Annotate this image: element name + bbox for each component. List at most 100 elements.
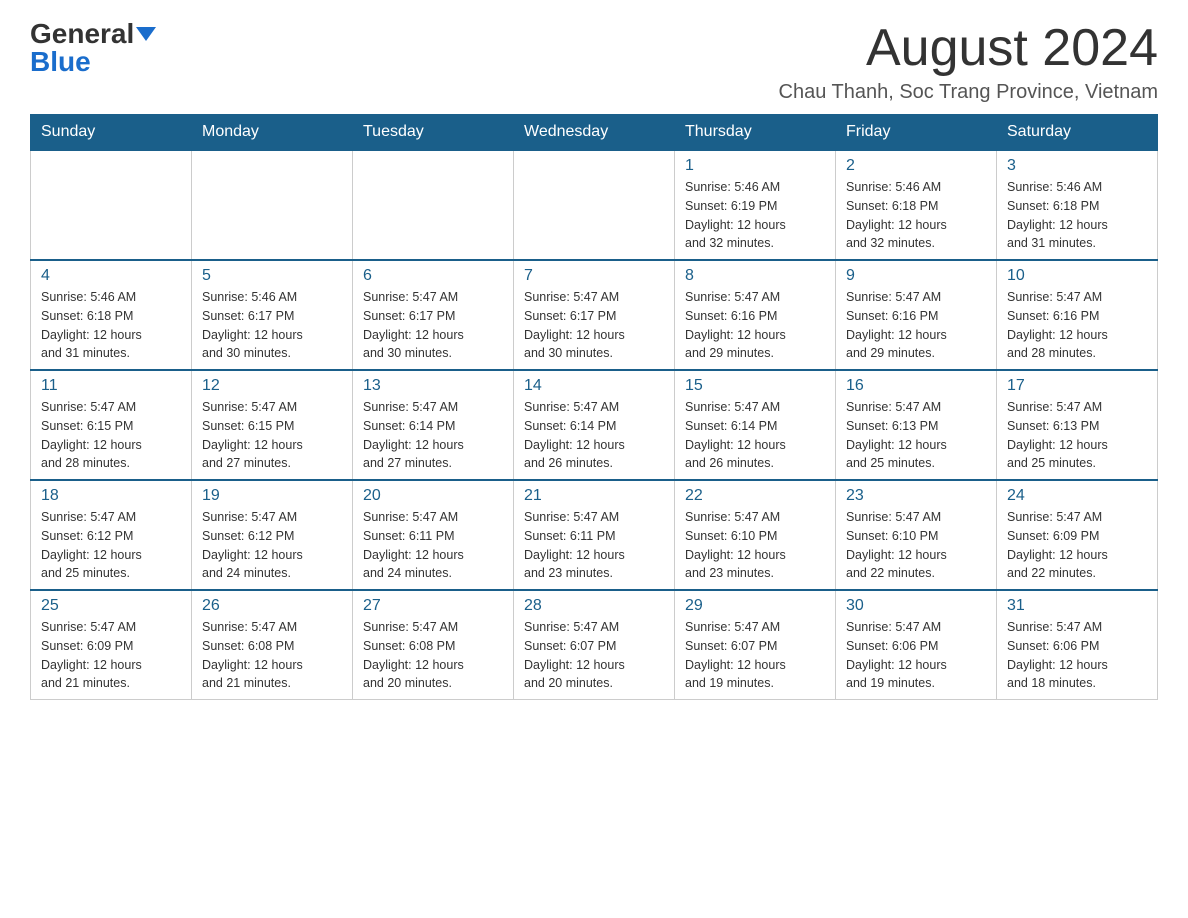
calendar-cell: 7 Sunrise: 5:47 AM Sunset: 6:17 PM Daylig… bbox=[514, 260, 675, 370]
weekday-header-wednesday: Wednesday bbox=[514, 115, 675, 151]
day-info: Sunrise: 5:47 AM Sunset: 6:13 PM Dayligh… bbox=[1007, 398, 1147, 473]
weekday-header-friday: Friday bbox=[836, 115, 997, 151]
day-info: Sunrise: 5:46 AM Sunset: 6:19 PM Dayligh… bbox=[685, 178, 825, 253]
day-info: Sunrise: 5:47 AM Sunset: 6:10 PM Dayligh… bbox=[685, 508, 825, 583]
weekday-header-row: SundayMondayTuesdayWednesdayThursdayFrid… bbox=[31, 115, 1158, 151]
day-number: 23 bbox=[846, 487, 986, 505]
weekday-header-thursday: Thursday bbox=[675, 115, 836, 151]
day-number: 14 bbox=[524, 377, 664, 395]
day-info: Sunrise: 5:47 AM Sunset: 6:14 PM Dayligh… bbox=[524, 398, 664, 473]
title-area: August 2024 Chau Thanh, Soc Trang Provin… bbox=[779, 20, 1158, 104]
logo-general: General bbox=[30, 20, 134, 48]
day-info: Sunrise: 5:47 AM Sunset: 6:15 PM Dayligh… bbox=[41, 398, 181, 473]
calendar-cell: 12 Sunrise: 5:47 AM Sunset: 6:15 PM Dayli… bbox=[192, 370, 353, 480]
day-number: 15 bbox=[685, 377, 825, 395]
day-number: 12 bbox=[202, 377, 342, 395]
calendar-cell: 25Sunrise: 5:47 AM Sunset: 6:09 PM Dayli… bbox=[31, 590, 192, 700]
day-info: Sunrise: 5:47 AM Sunset: 6:07 PM Dayligh… bbox=[524, 618, 664, 693]
day-info: Sunrise: 5:47 AM Sunset: 6:17 PM Dayligh… bbox=[524, 288, 664, 363]
day-number: 7 bbox=[524, 267, 664, 285]
calendar-cell bbox=[192, 150, 353, 260]
calendar-cell: 28 Sunrise: 5:47 AM Sunset: 6:07 PM Dayli… bbox=[514, 590, 675, 700]
calendar-cell: 20 Sunrise: 5:47 AM Sunset: 6:11 PM Dayli… bbox=[353, 480, 514, 590]
location-title: Chau Thanh, Soc Trang Province, Vietnam bbox=[779, 81, 1158, 104]
day-number: 20 bbox=[363, 487, 503, 505]
logo: General Blue bbox=[30, 20, 156, 76]
calendar-cell: 4Sunrise: 5:46 AM Sunset: 6:18 PM Daylig… bbox=[31, 260, 192, 370]
week-row-1: 1 Sunrise: 5:46 AM Sunset: 6:19 PM Daylig… bbox=[31, 150, 1158, 260]
day-number: 17 bbox=[1007, 377, 1147, 395]
calendar-cell: 24Sunrise: 5:47 AM Sunset: 6:09 PM Dayli… bbox=[997, 480, 1158, 590]
day-number: 22 bbox=[685, 487, 825, 505]
week-row-2: 4Sunrise: 5:46 AM Sunset: 6:18 PM Daylig… bbox=[31, 260, 1158, 370]
header: General Blue August 2024 Chau Thanh, Soc… bbox=[30, 20, 1158, 104]
day-number: 2 bbox=[846, 157, 986, 175]
day-info: Sunrise: 5:46 AM Sunset: 6:18 PM Dayligh… bbox=[1007, 178, 1147, 253]
calendar-cell: 10Sunrise: 5:47 AM Sunset: 6:16 PM Dayli… bbox=[997, 260, 1158, 370]
day-info: Sunrise: 5:47 AM Sunset: 6:10 PM Dayligh… bbox=[846, 508, 986, 583]
calendar-cell: 17 Sunrise: 5:47 AM Sunset: 6:13 PM Dayli… bbox=[997, 370, 1158, 480]
logo-arrow-icon bbox=[136, 27, 156, 41]
day-number: 13 bbox=[363, 377, 503, 395]
calendar-cell: 13 Sunrise: 5:47 AM Sunset: 6:14 PM Dayli… bbox=[353, 370, 514, 480]
calendar-cell: 15 Sunrise: 5:47 AM Sunset: 6:14 PM Dayli… bbox=[675, 370, 836, 480]
day-info: Sunrise: 5:47 AM Sunset: 6:11 PM Dayligh… bbox=[363, 508, 503, 583]
day-number: 10 bbox=[1007, 267, 1147, 285]
day-info: Sunrise: 5:47 AM Sunset: 6:13 PM Dayligh… bbox=[846, 398, 986, 473]
calendar-cell: 26Sunrise: 5:47 AM Sunset: 6:08 PM Dayli… bbox=[192, 590, 353, 700]
day-number: 19 bbox=[202, 487, 342, 505]
day-info: Sunrise: 5:47 AM Sunset: 6:09 PM Dayligh… bbox=[1007, 508, 1147, 583]
day-info: Sunrise: 5:46 AM Sunset: 6:18 PM Dayligh… bbox=[41, 288, 181, 363]
day-info: Sunrise: 5:47 AM Sunset: 6:12 PM Dayligh… bbox=[202, 508, 342, 583]
day-number: 31 bbox=[1007, 597, 1147, 615]
day-info: Sunrise: 5:47 AM Sunset: 6:11 PM Dayligh… bbox=[524, 508, 664, 583]
calendar-cell: 14 Sunrise: 5:47 AM Sunset: 6:14 PM Dayli… bbox=[514, 370, 675, 480]
day-number: 21 bbox=[524, 487, 664, 505]
day-number: 8 bbox=[685, 267, 825, 285]
day-info: Sunrise: 5:47 AM Sunset: 6:14 PM Dayligh… bbox=[363, 398, 503, 473]
day-number: 9 bbox=[846, 267, 986, 285]
day-number: 29 bbox=[685, 597, 825, 615]
calendar-cell bbox=[31, 150, 192, 260]
month-title: August 2024 bbox=[779, 20, 1158, 77]
day-number: 16 bbox=[846, 377, 986, 395]
calendar-cell: 23 Sunrise: 5:47 AM Sunset: 6:10 PM Dayli… bbox=[836, 480, 997, 590]
calendar-cell: 9 Sunrise: 5:47 AM Sunset: 6:16 PM Daylig… bbox=[836, 260, 997, 370]
day-info: Sunrise: 5:47 AM Sunset: 6:17 PM Dayligh… bbox=[363, 288, 503, 363]
calendar-table: SundayMondayTuesdayWednesdayThursdayFrid… bbox=[30, 114, 1158, 700]
day-info: Sunrise: 5:47 AM Sunset: 6:14 PM Dayligh… bbox=[685, 398, 825, 473]
day-info: Sunrise: 5:47 AM Sunset: 6:16 PM Dayligh… bbox=[846, 288, 986, 363]
calendar-cell: 16 Sunrise: 5:47 AM Sunset: 6:13 PM Dayli… bbox=[836, 370, 997, 480]
week-row-3: 11 Sunrise: 5:47 AM Sunset: 6:15 PM Dayli… bbox=[31, 370, 1158, 480]
day-number: 30 bbox=[846, 597, 986, 615]
day-info: Sunrise: 5:47 AM Sunset: 6:06 PM Dayligh… bbox=[1007, 618, 1147, 693]
day-info: Sunrise: 5:46 AM Sunset: 6:18 PM Dayligh… bbox=[846, 178, 986, 253]
weekday-header-monday: Monday bbox=[192, 115, 353, 151]
day-number: 27 bbox=[363, 597, 503, 615]
day-info: Sunrise: 5:47 AM Sunset: 6:06 PM Dayligh… bbox=[846, 618, 986, 693]
calendar-cell bbox=[353, 150, 514, 260]
calendar-cell: 3 Sunrise: 5:46 AM Sunset: 6:18 PM Daylig… bbox=[997, 150, 1158, 260]
weekday-header-sunday: Sunday bbox=[31, 115, 192, 151]
day-info: Sunrise: 5:47 AM Sunset: 6:15 PM Dayligh… bbox=[202, 398, 342, 473]
day-info: Sunrise: 5:47 AM Sunset: 6:16 PM Dayligh… bbox=[685, 288, 825, 363]
weekday-header-saturday: Saturday bbox=[997, 115, 1158, 151]
day-info: Sunrise: 5:47 AM Sunset: 6:08 PM Dayligh… bbox=[202, 618, 342, 693]
day-info: Sunrise: 5:47 AM Sunset: 6:08 PM Dayligh… bbox=[363, 618, 503, 693]
week-row-5: 25Sunrise: 5:47 AM Sunset: 6:09 PM Dayli… bbox=[31, 590, 1158, 700]
calendar-cell: 31 Sunrise: 5:47 AM Sunset: 6:06 PM Dayli… bbox=[997, 590, 1158, 700]
calendar-cell: 1 Sunrise: 5:46 AM Sunset: 6:19 PM Daylig… bbox=[675, 150, 836, 260]
day-number: 18 bbox=[41, 487, 181, 505]
day-number: 1 bbox=[685, 157, 825, 175]
day-number: 3 bbox=[1007, 157, 1147, 175]
day-number: 28 bbox=[524, 597, 664, 615]
calendar-cell: 21 Sunrise: 5:47 AM Sunset: 6:11 PM Dayli… bbox=[514, 480, 675, 590]
day-number: 11 bbox=[41, 377, 181, 395]
weekday-header-tuesday: Tuesday bbox=[353, 115, 514, 151]
day-number: 6 bbox=[363, 267, 503, 285]
calendar-cell: 5Sunrise: 5:46 AM Sunset: 6:17 PM Daylig… bbox=[192, 260, 353, 370]
day-info: Sunrise: 5:46 AM Sunset: 6:17 PM Dayligh… bbox=[202, 288, 342, 363]
week-row-4: 18 Sunrise: 5:47 AM Sunset: 6:12 PM Dayli… bbox=[31, 480, 1158, 590]
day-info: Sunrise: 5:47 AM Sunset: 6:09 PM Dayligh… bbox=[41, 618, 181, 693]
calendar-cell: 6 Sunrise: 5:47 AM Sunset: 6:17 PM Daylig… bbox=[353, 260, 514, 370]
